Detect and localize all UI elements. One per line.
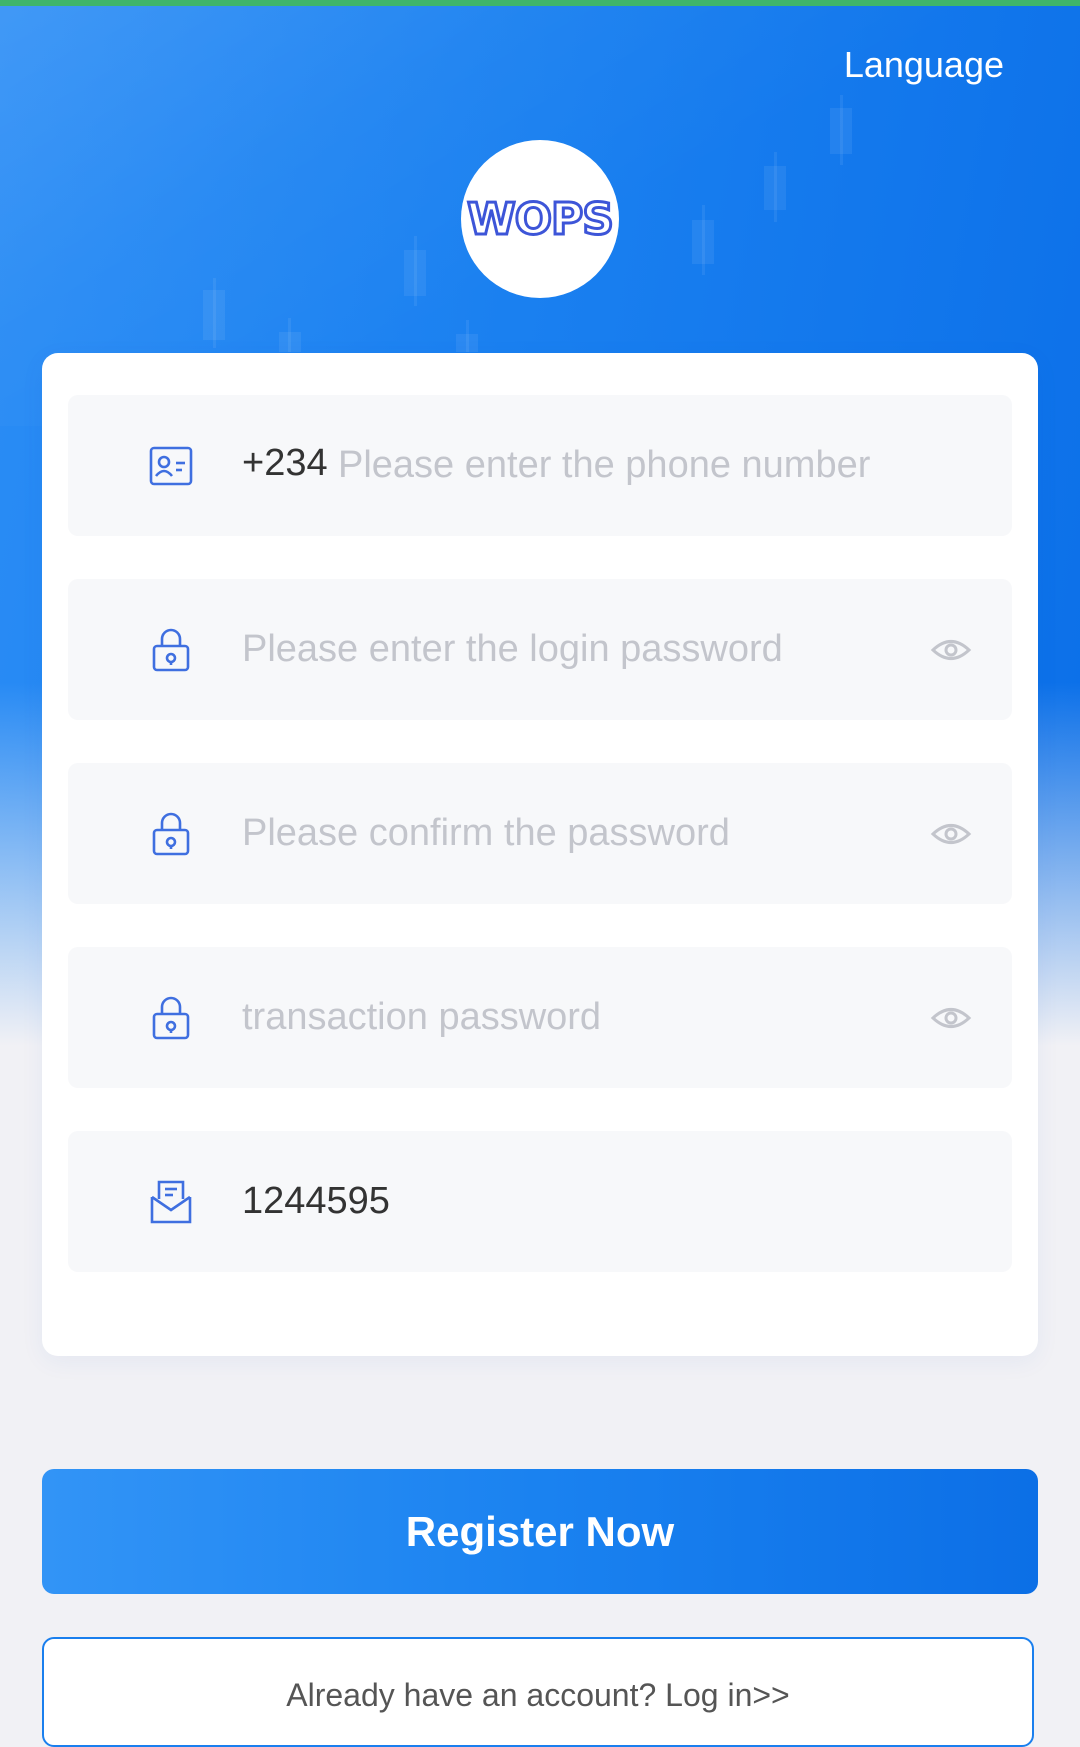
envelope-icon [150, 1180, 192, 1224]
phone-input[interactable] [338, 435, 958, 495]
transaction-password-input[interactable] [242, 987, 882, 1047]
id-card-icon [149, 446, 193, 486]
transaction-password-field [68, 947, 1012, 1088]
eye-icon[interactable] [930, 813, 972, 855]
confirm-password-input[interactable] [242, 803, 882, 863]
invite-code-input[interactable] [242, 1171, 942, 1231]
eye-icon[interactable] [930, 629, 972, 671]
login-link-button[interactable]: Already have an account? Log in>> [42, 1637, 1034, 1747]
lock-icon [152, 996, 190, 1040]
confirm-password-field [68, 763, 1012, 904]
phone-field: +234 [68, 395, 1012, 536]
lock-icon [152, 628, 190, 672]
eye-icon[interactable] [930, 997, 972, 1039]
login-password-field [68, 579, 1012, 720]
language-selector[interactable]: Language [844, 44, 1004, 86]
lock-icon [152, 812, 190, 856]
register-form-card: +234 [42, 353, 1038, 1356]
invite-code-field [68, 1131, 1012, 1272]
register-button[interactable]: Register Now [42, 1469, 1038, 1594]
country-code[interactable]: +234 [242, 442, 328, 485]
logo-text: WOPS [466, 192, 616, 246]
app-logo: WOPS [461, 140, 619, 298]
login-password-input[interactable] [242, 619, 882, 679]
